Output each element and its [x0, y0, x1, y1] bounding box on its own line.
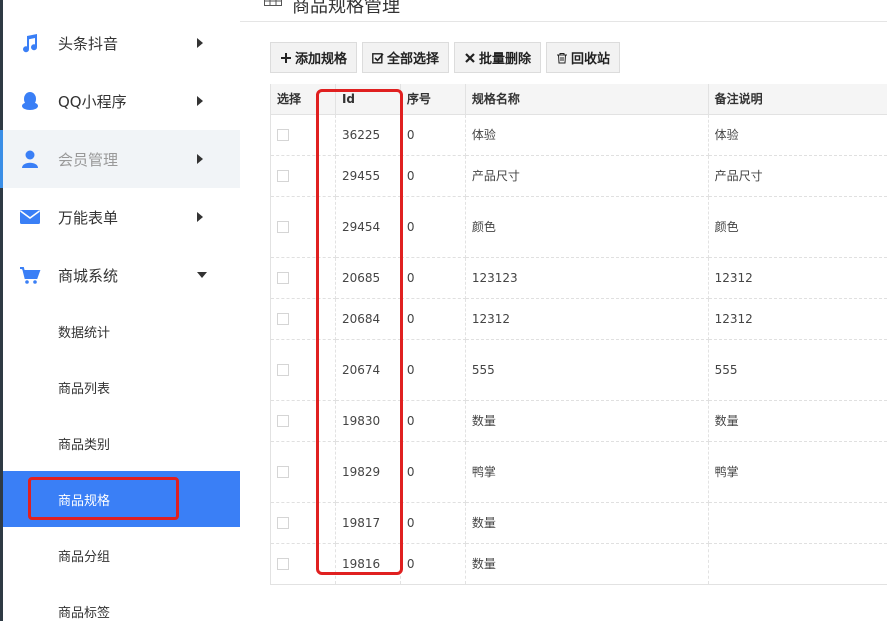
- row-name: 鸭掌: [465, 441, 709, 503]
- chevron-right-icon: [197, 212, 203, 222]
- select-all-button[interactable]: 全部选择: [362, 42, 450, 73]
- page-header: 商品规格管理: [240, 0, 887, 22]
- page-title: 商品规格管理: [292, 0, 400, 17]
- music-note-icon: [23, 34, 38, 53]
- row-note: 数量: [708, 400, 887, 442]
- row-name: 555: [465, 339, 709, 401]
- row-name: 数量: [465, 543, 709, 585]
- recycle-bin-label: 回收站: [571, 51, 611, 66]
- row-checkbox[interactable]: [277, 558, 289, 570]
- checkbox-checked-icon: [372, 52, 384, 63]
- row-seq: 0: [400, 339, 466, 401]
- row-seq: 0: [400, 400, 466, 442]
- sidebar-item-members[interactable]: 会员管理: [0, 130, 240, 188]
- recycle-bin-button[interactable]: 回收站: [546, 42, 621, 73]
- row-name: 颜色: [465, 196, 709, 258]
- row-note: [708, 502, 887, 544]
- sidebar-item-douyin[interactable]: 头条抖音: [3, 14, 240, 72]
- column-header-note[interactable]: 备注说明: [708, 84, 887, 115]
- sidebar: 头条抖音 QQ小程序 会员管理 万能表单 商城系统 数据统计 商品列表 商品类别…: [0, 0, 240, 621]
- row-seq: 0: [400, 196, 466, 258]
- row-seq: 0: [400, 257, 466, 299]
- row-seq: 0: [400, 114, 466, 156]
- row-name: 123123: [465, 257, 709, 299]
- qq-penguin-icon: [22, 92, 38, 110]
- row-checkbox[interactable]: [277, 129, 289, 141]
- sidebar-subitem-tags[interactable]: 商品标签: [3, 583, 240, 621]
- sidebar-subitem-label: 商品列表: [58, 381, 111, 397]
- row-seq: 0: [400, 543, 466, 585]
- row-checkbox[interactable]: [277, 517, 289, 529]
- sidebar-item-label: 会员管理: [58, 150, 119, 169]
- close-icon: [465, 52, 475, 63]
- batch-delete-label: 批量删除: [479, 51, 532, 66]
- sidebar-subitem-categories[interactable]: 商品类别: [3, 415, 240, 471]
- grid-icon: [264, 0, 282, 6]
- sidebar-item-label: QQ小程序: [58, 92, 127, 111]
- sidebar-subitem-groups[interactable]: 商品分组: [3, 527, 240, 583]
- row-name: 数量: [465, 400, 709, 442]
- chevron-right-icon: [197, 154, 203, 164]
- column-header-seq[interactable]: 序号: [400, 84, 466, 115]
- plus-icon: [281, 52, 291, 63]
- sidebar-item-label: 头条抖音: [58, 34, 119, 53]
- add-spec-label: 添加规格: [295, 51, 348, 66]
- sidebar-subitem-label: 商品标签: [58, 605, 111, 621]
- select-all-label: 全部选择: [387, 51, 440, 66]
- row-checkbox[interactable]: [277, 415, 289, 427]
- sidebar-item-mall[interactable]: 商城系统: [3, 246, 240, 304]
- sidebar-item-qq[interactable]: QQ小程序: [3, 72, 240, 130]
- row-note: 12312: [708, 298, 887, 340]
- row-seq: 0: [400, 155, 466, 197]
- envelope-icon: [20, 210, 40, 224]
- row-name: 体验: [465, 114, 709, 156]
- row-note: 体验: [708, 114, 887, 156]
- highlight-box-id-column: [316, 89, 403, 575]
- row-seq: 0: [400, 502, 466, 544]
- sidebar-subitem-label: 商品类别: [58, 437, 111, 453]
- row-note: 555: [708, 339, 887, 401]
- row-checkbox[interactable]: [277, 313, 289, 325]
- row-checkbox[interactable]: [277, 170, 289, 182]
- toolbar: 添加规格 全部选择 批量删除 回收站: [270, 42, 621, 73]
- row-checkbox[interactable]: [277, 272, 289, 284]
- trash-icon: [557, 52, 568, 63]
- row-checkbox[interactable]: [277, 364, 289, 376]
- add-spec-button[interactable]: 添加规格: [270, 42, 358, 73]
- row-name: 产品尺寸: [465, 155, 709, 197]
- hover-indicator: [0, 130, 3, 188]
- chevron-right-icon: [197, 38, 203, 48]
- row-seq: 0: [400, 441, 466, 503]
- sidebar-item-label: 商城系统: [58, 266, 119, 285]
- shopping-cart-icon: [20, 267, 41, 284]
- sidebar-item-forms[interactable]: 万能表单: [3, 188, 240, 246]
- chevron-right-icon: [197, 96, 203, 106]
- row-note: 颜色: [708, 196, 887, 258]
- row-note: 12312: [708, 257, 887, 299]
- row-note: [708, 543, 887, 585]
- user-icon: [22, 150, 38, 168]
- sidebar-subitem-label: 商品分组: [58, 549, 111, 565]
- column-header-name[interactable]: 规格名称: [465, 84, 709, 115]
- row-name: 12312: [465, 298, 709, 340]
- row-note: 产品尺寸: [708, 155, 887, 197]
- row-checkbox[interactable]: [277, 466, 289, 478]
- sidebar-subitem-label: 数据统计: [58, 325, 111, 341]
- row-note: 鸭掌: [708, 441, 887, 503]
- row-checkbox[interactable]: [277, 221, 289, 233]
- sidebar-item-label: 万能表单: [58, 208, 119, 227]
- row-name: 数量: [465, 502, 709, 544]
- chevron-down-icon: [197, 272, 207, 278]
- batch-delete-button[interactable]: 批量删除: [454, 42, 542, 73]
- row-seq: 0: [400, 298, 466, 340]
- sidebar-subitem-stats[interactable]: 数据统计: [3, 303, 240, 359]
- highlight-box-sidebar: [28, 477, 179, 520]
- sidebar-subitem-product-list[interactable]: 商品列表: [3, 359, 240, 415]
